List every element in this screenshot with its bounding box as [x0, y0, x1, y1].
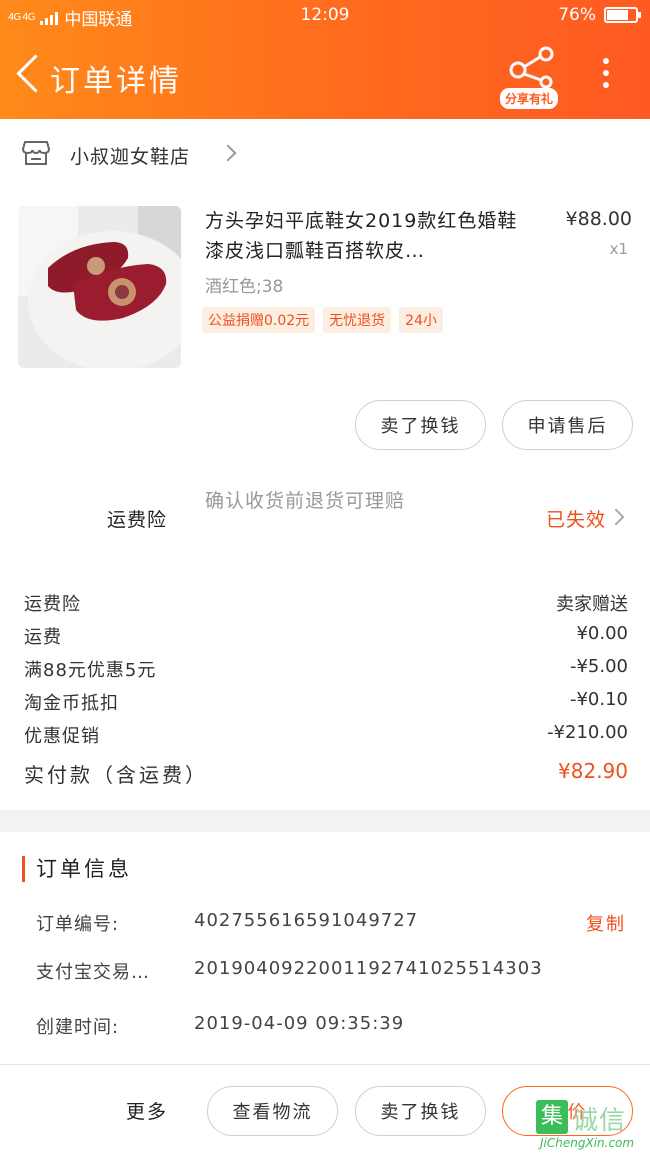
- total-paid-row: 实付款（含运费） ¥82.90: [24, 757, 628, 787]
- insurance-description: 确认收货前退货可理赔: [205, 490, 406, 512]
- share-icon: [509, 46, 554, 88]
- tag-free-return: 无忧退货: [323, 307, 392, 333]
- cost-row: 淘金币抵扣 -¥0.10: [24, 687, 628, 717]
- share-label: 分享有礼: [500, 88, 559, 109]
- battery-percent: 76%: [558, 5, 596, 25]
- order-number-label: 订单编号:: [36, 914, 120, 935]
- status-bar: 4G 4G 中国联通 12:09 76%: [0, 0, 650, 32]
- battery-fill: [607, 10, 629, 20]
- cost-value: 卖家赠送: [556, 594, 628, 615]
- product-image[interactable]: [18, 206, 181, 368]
- back-arrow-icon[interactable]: [12, 54, 46, 96]
- insurance-label: 运费险: [107, 509, 168, 531]
- order-info-title: 订单信息: [22, 856, 132, 882]
- product-title[interactable]: 方头孕妇平底鞋女2019款红色婚鞋漆皮浅口瓢鞋百搭软皮…: [205, 206, 533, 268]
- site-watermark: 集 诚信 JiChengXin.com: [536, 1100, 650, 1155]
- store-row[interactable]: 小叔迦女鞋店: [0, 132, 650, 178]
- tag-24h: 24小: [399, 307, 443, 333]
- alipay-trade-label: 支付宝交易…: [36, 962, 150, 983]
- product-quantity: x1: [609, 240, 628, 258]
- sell-button[interactable]: 卖了换钱: [355, 1086, 486, 1136]
- cost-value: -¥210.00: [547, 722, 628, 743]
- cost-value: -¥5.00: [569, 656, 628, 677]
- app-header: 4G 4G 中国联通 12:09 76% 订单详情 分享有礼: [0, 0, 650, 119]
- created-time-row: 创建时间: 2019-04-09 09:35:39: [36, 1011, 626, 1041]
- cost-value: ¥0.00: [576, 623, 628, 644]
- apply-after-sale-button[interactable]: 申请售后: [502, 400, 633, 450]
- insurance-status[interactable]: 已失效: [546, 505, 606, 532]
- cost-row: 优惠促销 -¥210.00: [24, 720, 628, 750]
- product-price: ¥88.00: [565, 208, 632, 230]
- nav-bar: 订单详情 分享有礼: [0, 40, 650, 110]
- clock: 12:09: [300, 5, 350, 25]
- created-time-value: 2019-04-09 09:35:39: [194, 1013, 405, 1034]
- cost-label: 淘金币抵扣: [24, 693, 119, 714]
- alipay-trade-value: 2019040922001192741025514303: [194, 958, 543, 979]
- copy-button[interactable]: 复制: [586, 910, 626, 936]
- cost-row: 满88元优惠5元 -¥5.00: [24, 654, 628, 684]
- product-tags: 公益捐赠0.02元 无忧退货 24小: [202, 307, 443, 333]
- more-menu-icon[interactable]: [596, 58, 616, 94]
- store-icon: [22, 141, 50, 165]
- battery-icon: [604, 7, 641, 23]
- created-time-label: 创建时间:: [36, 1017, 120, 1038]
- total-paid-value: ¥82.90: [558, 759, 628, 783]
- cost-label: 优惠促销: [24, 726, 100, 747]
- watermark-logo: 集: [536, 1100, 568, 1134]
- sell-item-button[interactable]: 卖了换钱: [355, 400, 486, 450]
- store-name: 小叔迦女鞋店: [70, 146, 191, 168]
- alipay-trade-row: 支付宝交易… 2019040922001192741025514303: [36, 956, 626, 986]
- cost-value: -¥0.10: [569, 689, 628, 710]
- cost-label: 运费: [24, 627, 62, 648]
- watermark-text: 诚信: [572, 1106, 627, 1136]
- cost-label: 满88元优惠5元: [24, 660, 157, 681]
- watermark-url: JiChengXin.com: [540, 1136, 635, 1150]
- tag-donation: 公益捐赠0.02元: [202, 307, 316, 333]
- page-title: 订单详情: [50, 64, 182, 99]
- chevron-right-icon: [219, 144, 237, 162]
- order-number-value: 402755616591049727: [194, 910, 419, 931]
- total-paid-label: 实付款（含运费）: [24, 763, 208, 787]
- view-logistics-button[interactable]: 查看物流: [207, 1086, 338, 1136]
- cost-label: 运费险: [24, 594, 81, 615]
- product-spec: 酒红色;38: [205, 277, 284, 297]
- chevron-right-icon[interactable]: [607, 508, 625, 526]
- share-button[interactable]: 分享有礼: [498, 46, 568, 109]
- shoe-image: [18, 206, 181, 368]
- order-number-row: 订单编号: 402755616591049727 复制: [36, 908, 626, 938]
- more-button[interactable]: 更多: [126, 1097, 168, 1124]
- cost-row: 运费 ¥0.00: [24, 621, 628, 651]
- cost-row: 运费险 卖家赠送: [24, 588, 628, 618]
- section-divider: [0, 810, 650, 832]
